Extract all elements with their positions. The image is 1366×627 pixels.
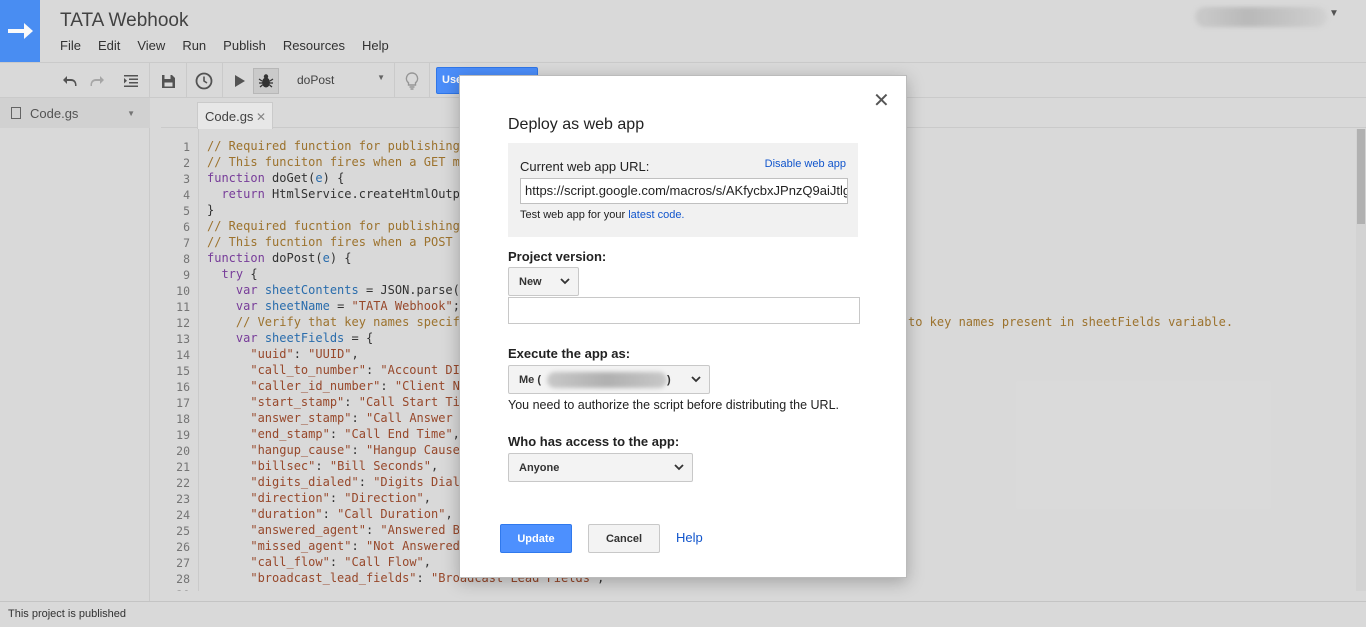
web-app-url-field[interactable]: https://script.google.com/macros/s/AKfyc… (520, 178, 848, 204)
project-version-value: New (519, 276, 542, 288)
chevron-down-icon (674, 464, 684, 471)
deploy-web-app-dialog: ✕ Deploy as web app Current web app URL:… (459, 75, 907, 578)
update-button[interactable]: Update (500, 524, 572, 553)
access-label: Who has access to the app: (508, 434, 680, 449)
close-icon[interactable]: ✕ (873, 88, 890, 113)
help-link[interactable]: Help (676, 530, 703, 545)
execute-as-suffix: ) (667, 374, 671, 386)
test-web-app-label: Test web app for your (520, 209, 626, 221)
chevron-down-icon (691, 376, 701, 383)
current-url-panel: Current web app URL: Disable web app htt… (508, 143, 858, 237)
execute-as-select[interactable]: Me ( ) (508, 365, 710, 394)
execute-as-prefix: Me ( (519, 374, 541, 386)
project-version-label: Project version: (508, 249, 607, 264)
latest-code-link[interactable]: latest code. (628, 209, 684, 221)
chevron-down-icon (560, 278, 570, 285)
cancel-button[interactable]: Cancel (588, 524, 660, 553)
version-description-input[interactable] (508, 297, 860, 324)
test-web-app-text: Test web app for your latest code. (520, 209, 685, 221)
project-version-select[interactable]: New (508, 267, 579, 296)
access-select[interactable]: Anyone (508, 453, 693, 482)
authorize-note: You need to authorize the script before … (508, 398, 839, 412)
disable-web-app-link[interactable]: Disable web app (765, 158, 846, 170)
dialog-title: Deploy as web app (508, 116, 645, 133)
current-url-label: Current web app URL: (520, 159, 650, 174)
access-value: Anyone (519, 462, 560, 474)
execute-as-label: Execute the app as: (508, 346, 631, 361)
blurred-email (547, 372, 667, 388)
